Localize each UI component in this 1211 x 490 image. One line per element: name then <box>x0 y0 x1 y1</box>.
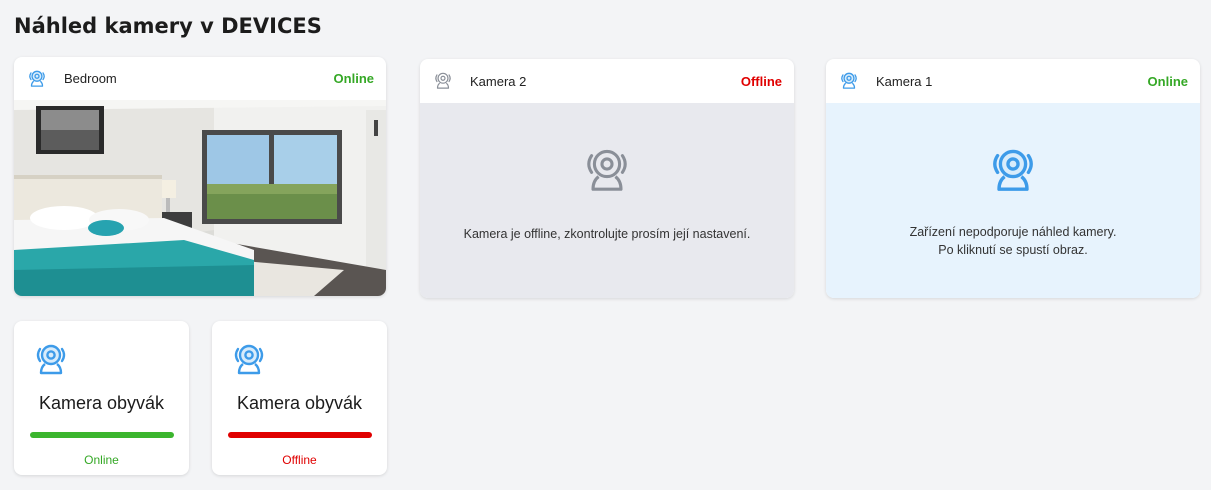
webcam-icon <box>31 340 71 380</box>
camera-name: Kamera obyvák <box>236 393 363 413</box>
offline-message: Kamera je offline, zkontrolujte prosím j… <box>463 227 751 241</box>
camera-name: Bedroom <box>64 71 117 86</box>
status-label: Online <box>333 71 374 86</box>
webcam-icon <box>579 143 635 199</box>
camera-card-header: Kamera 1 Online <box>826 59 1200 103</box>
camera-name: Kamera 1 <box>876 73 933 89</box>
camera-tile-online[interactable]: Kamera obyvák Online <box>14 321 189 475</box>
camera-card-header: Bedroom Online <box>14 57 386 100</box>
page-title: Náhled kamery v DEVICES <box>14 14 322 38</box>
camera-card-kamera-2[interactable]: Kamera 2 Offline Kamera je offline, zkon… <box>420 59 794 298</box>
camera-offline-placeholder: Kamera je offline, zkontrolujte prosím j… <box>420 103 794 298</box>
camera-card-bedroom[interactable]: Bedroom Online <box>14 57 386 296</box>
webcam-icon <box>229 340 269 380</box>
status-bar <box>228 432 372 438</box>
unsupported-message: Zařízení nepodporuje náhled kamery. Po k… <box>910 223 1117 259</box>
status-label: Offline <box>740 73 782 89</box>
camera-card-header: Kamera 2 Offline <box>420 59 794 103</box>
status-label: Online <box>1147 73 1188 89</box>
camera-start-stream-area[interactable]: Zařízení nepodporuje náhled kamery. Po k… <box>826 103 1200 298</box>
status-label: Online <box>84 453 119 467</box>
unsupported-message-line-1: Zařízení nepodporuje náhled kamery. <box>909 225 1117 239</box>
camera-tile-offline[interactable]: Kamera obyvák Offline <box>212 321 387 475</box>
status-label: Offline <box>282 453 317 467</box>
camera-name: Kamera 2 <box>470 73 527 89</box>
camera-name: Kamera obyvák <box>38 393 165 413</box>
webcam-icon <box>26 68 48 90</box>
bedroom-photo <box>14 100 386 296</box>
webcam-icon <box>432 70 454 92</box>
unsupported-message-line-2: Po kliknutí se spustí obraz. <box>938 243 1088 257</box>
camera-card-kamera-1[interactable]: Kamera 1 Online Zařízení nepodporuje náh… <box>826 59 1200 298</box>
status-bar <box>30 432 174 438</box>
webcam-icon <box>985 143 1041 199</box>
camera-preview-image[interactable] <box>14 100 386 296</box>
webcam-icon <box>838 70 860 92</box>
